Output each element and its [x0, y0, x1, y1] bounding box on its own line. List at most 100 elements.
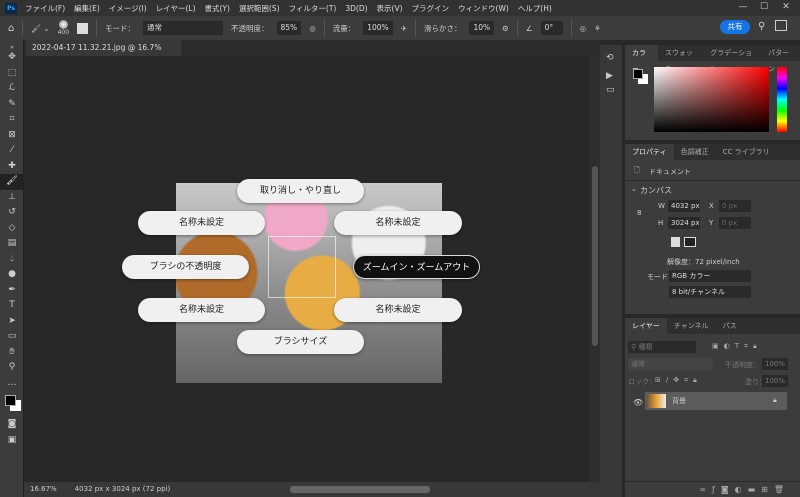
- tab-properties[interactable]: プロパティ: [625, 144, 674, 160]
- brush-preset-picker[interactable]: 400: [58, 20, 69, 36]
- radial-item-top-right[interactable]: 名称未設定: [334, 211, 462, 235]
- move-tool-icon[interactable]: ✥: [0, 50, 24, 66]
- quick-select-tool-icon[interactable]: ✎: [0, 97, 24, 113]
- pen-tool-icon[interactable]: ✒: [0, 283, 24, 299]
- frame-tool-icon[interactable]: ⊠: [0, 128, 24, 144]
- tab-channels[interactable]: チャンネル: [667, 318, 716, 334]
- crop-tool-icon[interactable]: ⌗: [0, 112, 24, 128]
- history-brush-tool-icon[interactable]: ↺: [0, 205, 24, 221]
- horizontal-scrollbar[interactable]: [290, 486, 430, 493]
- smoothing-input[interactable]: 10%: [469, 21, 495, 35]
- color-field[interactable]: [654, 67, 769, 132]
- pressure-size-icon[interactable]: ◎: [580, 24, 587, 33]
- brush-tool-icon[interactable]: 🖌︎: [0, 174, 24, 190]
- chevron-down-icon[interactable]: ⌄: [631, 185, 637, 193]
- mode-select[interactable]: 通常: [143, 21, 224, 35]
- landscape-orientation-button[interactable]: [684, 237, 696, 247]
- comments-icon[interactable]: ▭: [606, 85, 616, 95]
- gear-icon[interactable]: ⚙: [502, 24, 509, 33]
- menu-help[interactable]: ヘルプ(H): [518, 3, 552, 14]
- menu-select[interactable]: 選択範囲(S): [239, 3, 280, 14]
- healing-tool-icon[interactable]: ✚: [0, 159, 24, 175]
- collapse-icon[interactable]: »: [0, 40, 24, 51]
- bit-depth-select[interactable]: 8 bit/チャンネル: [669, 286, 751, 298]
- path-select-tool-icon[interactable]: ➤: [0, 314, 24, 330]
- zoom-tool-icon[interactable]: ⚲: [0, 360, 24, 376]
- foreground-color[interactable]: [633, 69, 643, 79]
- radial-item-brush-opacity[interactable]: ブラシの不透明度: [122, 255, 249, 279]
- menu-3d[interactable]: 3D(D): [345, 4, 367, 13]
- more-tools-icon[interactable]: …: [0, 376, 24, 392]
- gradient-tool-icon[interactable]: ▤: [0, 236, 24, 252]
- history-icon[interactable]: ⟲: [606, 53, 616, 63]
- radial-item-zoom[interactable]: ズームイン・ズームアウト: [353, 255, 480, 279]
- eyedropper-tool-icon[interactable]: ⁄: [0, 143, 24, 159]
- radial-item-bottom-left[interactable]: 名称未設定: [138, 298, 265, 322]
- eraser-tool-icon[interactable]: ◇: [0, 221, 24, 237]
- zoom-level[interactable]: 16.67%: [30, 485, 57, 493]
- tab-layers[interactable]: レイヤー: [625, 318, 667, 334]
- minimize-button[interactable]: —: [733, 2, 753, 14]
- x-input[interactable]: 0 px: [719, 200, 751, 212]
- maximize-button[interactable]: ☐: [754, 2, 774, 14]
- fill-input[interactable]: 100%: [762, 375, 788, 387]
- radial-item-bottom-right[interactable]: 名称未設定: [334, 298, 462, 322]
- portrait-orientation-button[interactable]: [671, 237, 680, 247]
- layer-filter-input[interactable]: ⚲ 種類: [628, 341, 696, 353]
- tab-cc-libraries[interactable]: CC ライブラリ: [716, 144, 777, 160]
- tab-color[interactable]: カラー: [625, 45, 658, 73]
- share-button[interactable]: 共有: [720, 20, 750, 34]
- tab-paths[interactable]: パス: [716, 318, 744, 334]
- symmetry-icon[interactable]: ⚘: [594, 24, 601, 33]
- radial-item-undo-redo[interactable]: 取り消し・やり直し: [237, 179, 364, 203]
- brush-tool-icon[interactable]: 🖌︎ ⌄: [31, 24, 49, 33]
- shape-tool-icon[interactable]: ▭: [0, 329, 24, 345]
- link-icon[interactable]: 8: [637, 209, 641, 217]
- blur-tool-icon[interactable]: 💧︎: [0, 252, 24, 268]
- type-tool-icon[interactable]: T: [0, 298, 24, 314]
- marquee-tool-icon[interactable]: ⬚: [0, 66, 24, 82]
- angle-input[interactable]: 0°: [540, 21, 563, 35]
- height-input[interactable]: 3024 px: [668, 217, 700, 229]
- layer-row[interactable]: 背景 🔒︎: [645, 392, 787, 410]
- visibility-eye-icon[interactable]: 👁︎: [633, 398, 643, 407]
- dodge-tool-icon[interactable]: ●: [0, 267, 24, 283]
- menu-layer[interactable]: レイヤー(L): [156, 3, 196, 14]
- brush-settings-icon[interactable]: [77, 22, 89, 34]
- hue-slider[interactable]: [777, 67, 787, 132]
- layer-actions-bar[interactable]: ∞ƒ◙◐▬⊞🗑︎: [625, 481, 800, 497]
- menu-image[interactable]: イメージ(I): [109, 3, 147, 14]
- stamp-tool-icon[interactable]: ⊥: [0, 190, 24, 206]
- screen-mode-icon[interactable]: ▣: [0, 433, 24, 449]
- workspace-icon[interactable]: [775, 20, 787, 31]
- flow-input[interactable]: 100%: [363, 21, 393, 35]
- close-button[interactable]: ✕: [776, 2, 796, 14]
- menu-edit[interactable]: 編集(E): [74, 3, 100, 14]
- menu-type[interactable]: 書式(Y): [205, 3, 230, 14]
- radial-item-top-left[interactable]: 名称未設定: [138, 211, 265, 235]
- color-swatches[interactable]: [0, 391, 24, 417]
- layer-opacity-input[interactable]: 100%: [762, 358, 788, 370]
- y-input[interactable]: 0 px: [719, 217, 751, 229]
- opacity-input[interactable]: 85%: [276, 21, 302, 35]
- pressure-opacity-icon[interactable]: ◎: [309, 24, 316, 33]
- airbrush-icon[interactable]: ✈︎: [401, 24, 407, 33]
- quick-mask-icon[interactable]: ◙: [0, 417, 24, 433]
- lasso-tool-icon[interactable]: ℒ: [0, 81, 24, 97]
- search-icon[interactable]: ⚲: [758, 21, 765, 32]
- menu-plugins[interactable]: プラグイン: [412, 3, 450, 14]
- tab-gradients[interactable]: グラデーション: [703, 45, 761, 73]
- color-mode-select[interactable]: RGB カラー: [669, 270, 751, 282]
- document-tab[interactable]: 2022-04-17 11.32.21.jpg @ 16.7% (RGB/8*)…: [26, 40, 181, 68]
- menu-file[interactable]: ファイル(F): [25, 3, 65, 14]
- blend-mode-select[interactable]: 通常: [628, 358, 713, 370]
- layer-filter-icons[interactable]: ▣◐T⌗🔒︎: [712, 342, 762, 351]
- lock-icons[interactable]: ⊞/✥⌗🔒︎: [655, 376, 702, 385]
- menu-window[interactable]: ウィンドウ(W): [458, 3, 509, 14]
- tab-swatches[interactable]: スウォッチ: [658, 45, 703, 73]
- menu-view[interactable]: 表示(V): [377, 3, 403, 14]
- radial-item-brush-size[interactable]: ブラシサイズ: [237, 330, 364, 354]
- home-icon[interactable]: ⌂: [8, 23, 14, 34]
- tab-adjustments[interactable]: 色調補正: [674, 144, 716, 160]
- width-input[interactable]: 4032 px: [668, 200, 700, 212]
